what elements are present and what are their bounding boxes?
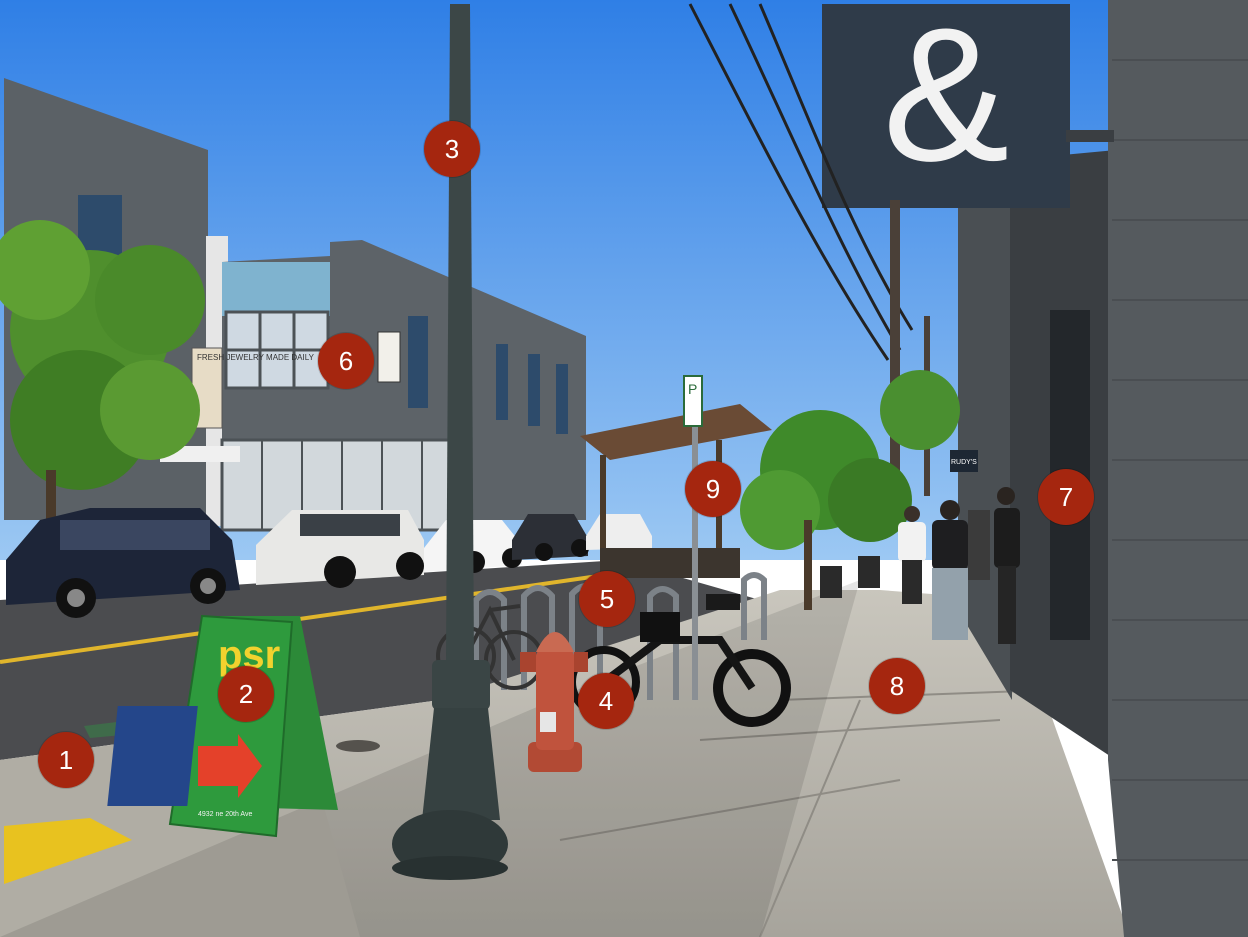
ampersand-sign-symbol: &: [883, 0, 1010, 201]
board-address-text: 4932 ne 20th Ave: [198, 811, 252, 818]
rudys-sign-text: RUDY'S: [951, 459, 977, 466]
marker-7: 7: [1038, 469, 1094, 525]
utility-cover: [336, 740, 380, 752]
marker-3: 3: [424, 121, 480, 177]
marker-2: 2: [218, 666, 274, 722]
utility-pole: [890, 200, 900, 500]
marker-6: 6: [318, 333, 374, 389]
parking-sign-text: P: [688, 381, 697, 397]
parking-sign-pole: [692, 410, 698, 700]
marker-5: 5: [579, 571, 635, 627]
street-scene-photo: FRESH JEWELRY MADE DAILY & RUDY'S P psr …: [0, 0, 1248, 937]
marker-9: 9: [685, 461, 741, 517]
marker-1: 1: [38, 732, 94, 788]
marker-8: 8: [869, 658, 925, 714]
jewelry-sign-text: FRESH JEWELRY MADE DAILY: [197, 353, 315, 362]
suv-white: [256, 510, 424, 588]
wall-sign: [377, 331, 401, 383]
marker-4: 4: [578, 673, 634, 729]
